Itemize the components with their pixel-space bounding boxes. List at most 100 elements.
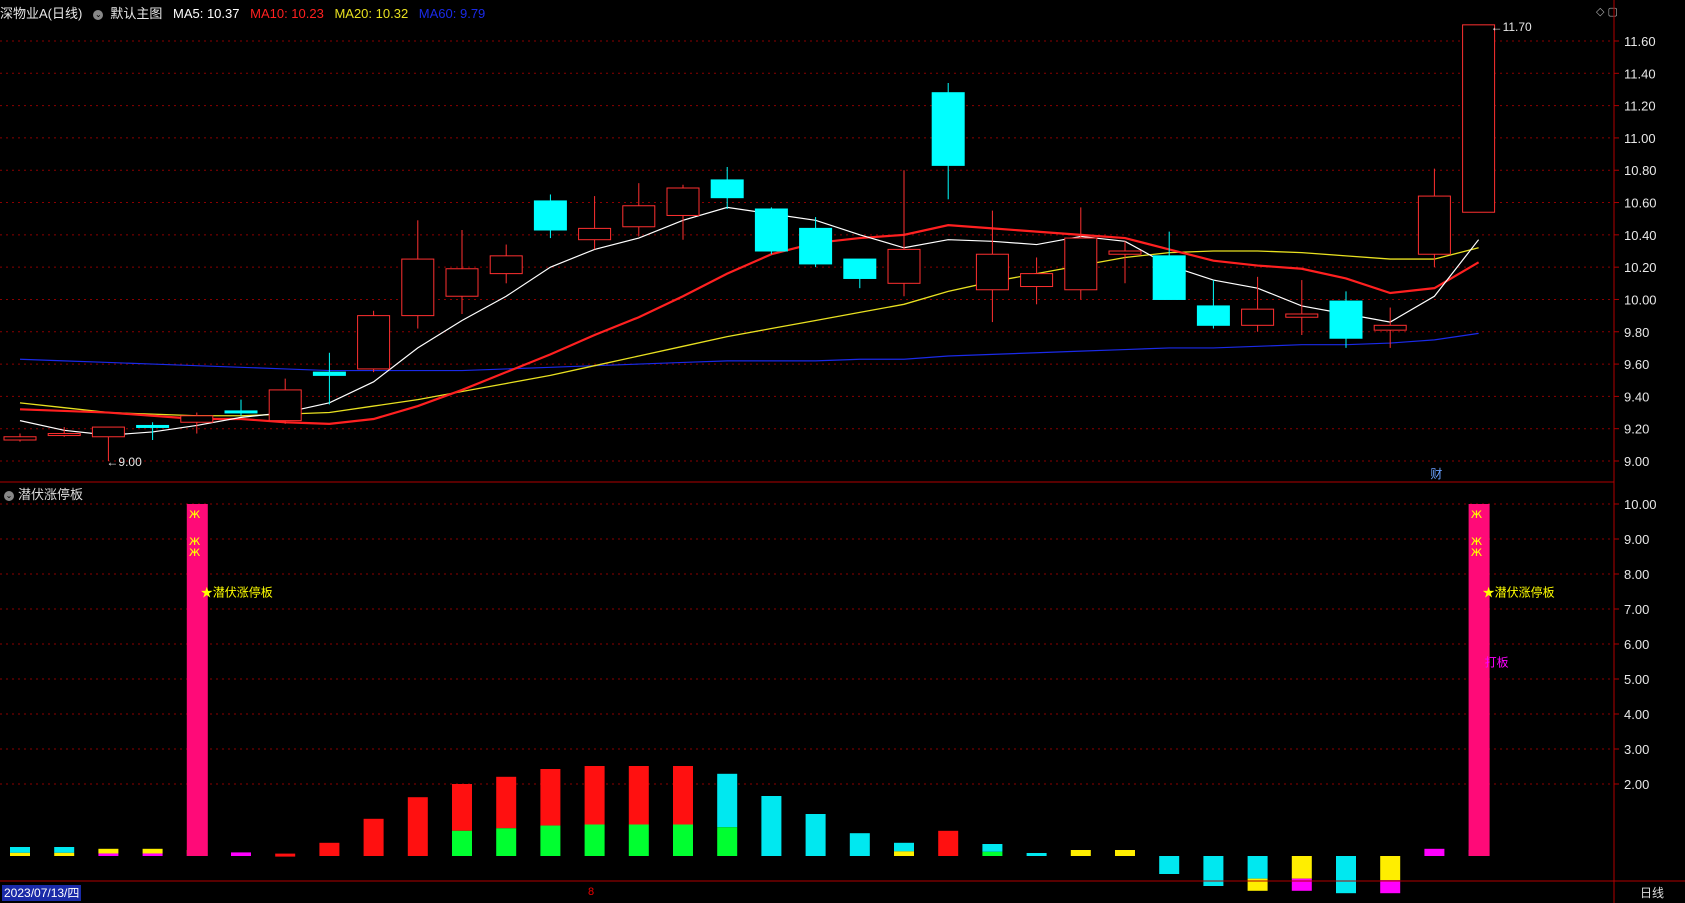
candle-body — [1417, 195, 1451, 255]
candle-body — [666, 187, 700, 216]
butterfly-icon: ж — [1471, 507, 1483, 522]
volume-bar — [717, 773, 738, 828]
chart-canvas[interactable]: ←11.70←9.00财 жжж★潜伏涨停板жжж★潜伏涨停板打板 9.009.… — [0, 0, 1685, 903]
volume-bar — [761, 796, 782, 856]
y-tick-label: 6.00 — [1624, 637, 1649, 652]
volume-bar — [1247, 856, 1268, 879]
candle-body — [401, 258, 435, 317]
candle-body — [1241, 308, 1275, 326]
volume-bar — [98, 848, 119, 854]
signal-label-2: 打板 — [1485, 656, 1509, 670]
volume-bar-lower — [584, 824, 605, 856]
candle-body — [268, 389, 302, 422]
volume-bar — [894, 842, 914, 852]
volume-bar-lower — [98, 853, 119, 856]
y-tick-label: 9.40 — [1624, 389, 1649, 404]
candle-body — [754, 208, 788, 252]
candle-body — [3, 436, 37, 441]
candle-body — [710, 179, 744, 199]
candle-body — [887, 248, 921, 284]
volume-bar — [1424, 848, 1445, 856]
volume-bar — [938, 830, 959, 856]
candle-body — [1196, 305, 1230, 326]
volume-bar — [10, 847, 30, 853]
candle-body — [489, 255, 523, 275]
period-label[interactable]: 日线 — [1640, 885, 1664, 901]
volume-bar — [849, 833, 870, 856]
volume-bar — [628, 766, 649, 825]
volume-bar-lower — [540, 825, 561, 856]
high-annotation: ←11.70 — [1491, 20, 1532, 34]
volume-bar-lower — [628, 824, 649, 856]
axes-layer: 9.00 9.20 9.40 9.60 9.80 10.00 10.20 10.40 10.60… — [0, 0, 1685, 903]
candle-body — [224, 410, 258, 414]
candle-body — [357, 315, 391, 370]
low-annotation: ←9.00 — [106, 455, 142, 469]
volume-bar — [673, 766, 693, 825]
volume-bar — [231, 852, 251, 856]
y-tick-label: 10.00 — [1624, 292, 1657, 307]
candle-body — [1152, 255, 1186, 300]
volume-bar-lower — [142, 853, 163, 856]
y-tick-label: 2.00 — [1624, 777, 1649, 792]
volume-bar — [982, 844, 1003, 852]
candle-body — [1285, 313, 1319, 318]
sub-chart: жжж★潜伏涨停板жжж★潜伏涨停板打板 — [10, 504, 1555, 894]
volume-bar — [319, 842, 340, 856]
volume-bar-lower — [894, 851, 914, 856]
candle-body — [1329, 300, 1363, 339]
butterfly-icon: ж — [189, 507, 201, 522]
candle-body — [843, 258, 877, 279]
candle-body — [975, 253, 1009, 291]
candle-body — [1020, 273, 1054, 288]
y-tick-label: 9.80 — [1624, 325, 1649, 340]
volume-bar — [275, 853, 296, 857]
signal-label: ★潜伏涨停板 — [1483, 585, 1555, 600]
y-tick-label: 5.00 — [1624, 672, 1649, 687]
volume-bar — [142, 848, 163, 854]
volume-bar-lower — [1291, 878, 1312, 891]
finance-tag: 财 — [1430, 467, 1442, 481]
y-tick-label: 3.00 — [1624, 742, 1649, 757]
volume-bar — [1380, 856, 1401, 881]
volume-bar — [584, 766, 605, 825]
volume-bar — [363, 818, 384, 856]
candle-body — [533, 200, 567, 231]
y-tick-label: 11.60 — [1624, 34, 1656, 49]
y-tick-label: 10.40 — [1624, 228, 1657, 243]
y-tick-label: 9.00 — [1624, 532, 1649, 547]
y-tick-label: 8.00 — [1624, 567, 1649, 582]
volume-bar — [452, 784, 472, 831]
candle-body — [312, 371, 346, 376]
candle-body — [445, 268, 479, 297]
candle-body — [180, 415, 214, 423]
candle-body — [1108, 250, 1142, 255]
volume-bar-lower — [1247, 878, 1268, 891]
candle-body — [91, 426, 125, 438]
volume-bar-lower — [717, 827, 738, 856]
cursor-date: 2023/07/13/四 — [2, 885, 82, 901]
volume-bar — [1291, 856, 1312, 879]
y-tick-label: 4.00 — [1624, 707, 1649, 722]
candle-body — [1462, 24, 1496, 213]
volume-bar-lower — [452, 830, 472, 856]
volume-bar-lower — [1380, 880, 1401, 894]
y-tick-label: 10.20 — [1624, 260, 1657, 275]
candle-body — [1373, 324, 1407, 331]
ma20-line — [19, 247, 1479, 417]
candle-body — [47, 433, 81, 437]
signal-label: ★潜伏涨停板 — [201, 585, 273, 600]
volume-bar — [1026, 853, 1047, 856]
y-tick-label: 9.60 — [1624, 357, 1649, 372]
volume-bar — [1070, 850, 1091, 856]
volume-bar-lower — [54, 852, 75, 856]
volume-bar — [496, 776, 517, 829]
butterfly-icon: ж — [1471, 545, 1483, 560]
cursor-marker: 8 — [588, 886, 595, 898]
y-tick-label: 11.00 — [1624, 131, 1656, 146]
candle-body — [799, 227, 833, 265]
volume-bar — [1159, 856, 1180, 874]
volume-bar-lower — [673, 824, 693, 856]
volume-bar — [540, 769, 561, 826]
volume-bar-lower — [10, 852, 30, 856]
